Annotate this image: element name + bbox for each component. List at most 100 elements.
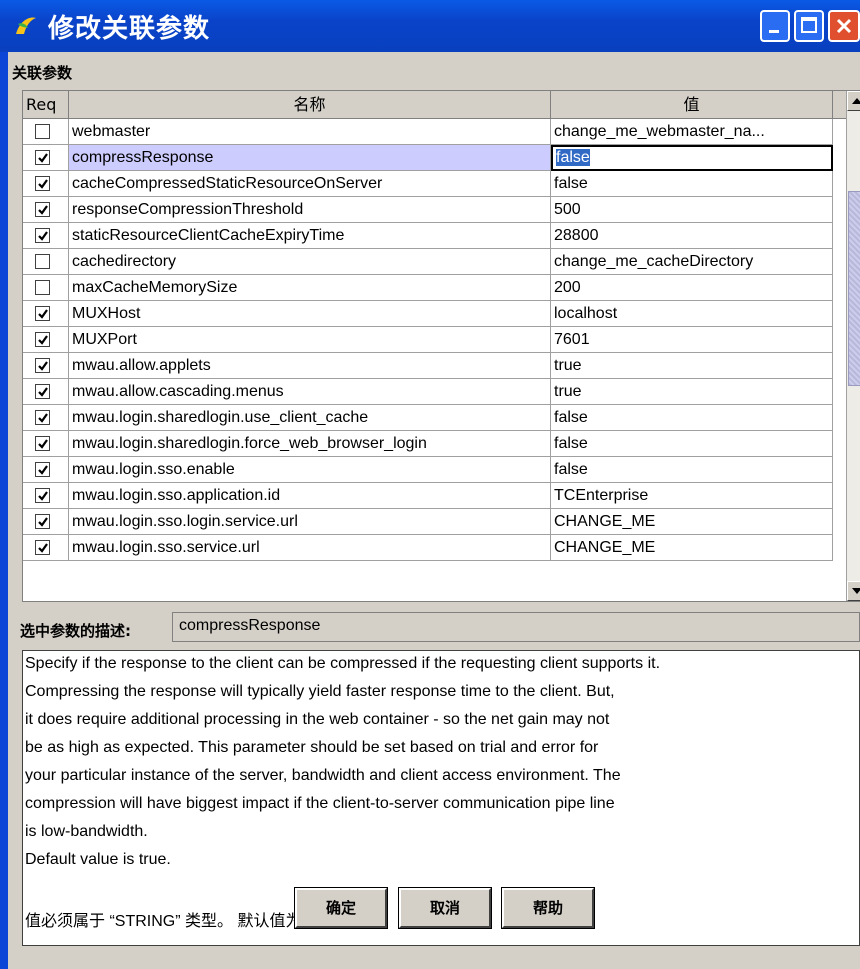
parameter-value-cell[interactable]: TCEnterprise [551,483,833,509]
table-row[interactable]: webmaster change_me_webmaster_na... [23,119,846,145]
table-row[interactable]: mwau.login.sso.login.service.url CHANGE_M… [23,509,846,535]
parameter-name-cell[interactable]: mwau.login.sso.service.url [69,535,551,561]
req-cell [23,197,69,223]
table-row[interactable]: maxCacheMemorySize 200 [23,275,846,301]
req-checkbox[interactable] [35,280,50,295]
parameter-name-cell[interactable]: maxCacheMemorySize [69,275,551,301]
parameter-value-cell[interactable]: 200 [551,275,833,301]
parameter-value-cell[interactable]: false [551,145,833,171]
req-cell [23,379,69,405]
table-row[interactable]: mwau.login.sso.service.url CHANGE_ME [23,535,846,561]
ok-button[interactable]: 确定 [294,887,388,929]
dialog-window: 修改关联参数 关联参数 Req 名称 值 webmaster change_me_… [0,0,860,969]
description-line: Compressing the response will typically … [25,683,615,700]
req-checkbox[interactable] [35,514,50,529]
table-row[interactable]: responseCompressionThreshold 500 [23,197,846,223]
parameter-name-cell[interactable]: cacheCompressedStaticResourceOnServer [69,171,551,197]
parameter-table: Req 名称 值 webmaster change_me_webmaster_na… [22,90,860,602]
table-row[interactable]: mwau.login.sharedlogin.use_client_cache f… [23,405,846,431]
minimize-icon [769,30,779,33]
parameter-name-cell[interactable]: responseCompressionThreshold [69,197,551,223]
req-checkbox[interactable] [35,436,50,451]
req-checkbox[interactable] [35,488,50,503]
table-row[interactable]: mwau.allow.cascading.menus true [23,379,846,405]
parameter-value-cell[interactable]: 7601 [551,327,833,353]
help-button[interactable]: 帮助 [501,887,595,929]
checkmark-icon [38,153,48,163]
parameter-value-cell[interactable]: CHANGE_ME [551,535,833,561]
table-scrollbar[interactable] [846,91,860,601]
parameter-name-cell[interactable]: mwau.login.sharedlogin.use_client_cache [69,405,551,431]
table-row[interactable]: mwau.login.sso.enable false [23,457,846,483]
parameter-value-cell[interactable]: false [551,431,833,457]
parameter-name-cell[interactable]: mwau.login.sso.application.id [69,483,551,509]
parameter-name-cell[interactable]: cachedirectory [69,249,551,275]
req-checkbox[interactable] [35,254,50,269]
req-checkbox[interactable] [35,202,50,217]
req-checkbox[interactable] [35,150,50,165]
req-cell [23,483,69,509]
req-checkbox[interactable] [35,384,50,399]
table-row[interactable]: mwau.login.sharedlogin.force_web_browser… [23,431,846,457]
close-button[interactable] [828,10,860,42]
window-title: 修改关联参数 [48,14,211,44]
parameter-value-cell[interactable]: change_me_cacheDirectory [551,249,833,275]
parameter-name-cell[interactable]: staticResourceClientCacheExpiryTime [69,223,551,249]
scroll-thumb[interactable] [848,191,860,386]
req-cell [23,535,69,561]
section-label: 关联参数 [12,64,73,82]
req-checkbox[interactable] [35,410,50,425]
table-row[interactable]: cacheCompressedStaticResourceOnServer fal… [23,171,846,197]
scroll-up-button[interactable] [847,91,860,111]
table-row[interactable]: staticResourceClientCacheExpiryTime 28800 [23,223,846,249]
parameter-value-cell[interactable]: 28800 [551,223,833,249]
checkmark-icon [38,387,48,397]
table-row[interactable]: MUXPort 7601 [23,327,846,353]
table-row[interactable]: compressResponse false [23,145,846,171]
req-checkbox[interactable] [35,124,50,139]
req-checkbox[interactable] [35,540,50,555]
table-row[interactable]: mwau.login.sso.application.id TCEnterpris… [23,483,846,509]
parameter-name-cell[interactable]: mwau.login.sso.enable [69,457,551,483]
parameter-name-cell[interactable]: MUXPort [69,327,551,353]
parameter-value-cell[interactable]: false [551,457,833,483]
parameter-value-text: true [554,357,582,374]
req-checkbox[interactable] [35,306,50,321]
parameter-value-cell[interactable]: CHANGE_ME [551,509,833,535]
parameter-name-cell[interactable]: MUXHost [69,301,551,327]
req-checkbox[interactable] [35,176,50,191]
parameter-name-cell[interactable]: mwau.login.sharedlogin.force_web_browser… [69,431,551,457]
parameter-value-cell[interactable]: localhost [551,301,833,327]
req-cell [23,431,69,457]
parameter-name-cell[interactable]: mwau.allow.applets [69,353,551,379]
column-header-req[interactable]: Req [23,91,69,119]
parameter-value-text: change_me_cacheDirectory [554,253,754,270]
req-checkbox[interactable] [35,358,50,373]
column-header-value[interactable]: 值 [551,91,833,119]
table-row[interactable]: cachedirectory change_me_cacheDirectory [23,249,846,275]
parameter-value-cell[interactable]: 500 [551,197,833,223]
parameter-value-cell[interactable]: true [551,379,833,405]
table-row[interactable]: MUXHost localhost [23,301,846,327]
parameter-name-cell[interactable]: mwau.login.sso.login.service.url [69,509,551,535]
maximize-button[interactable] [794,10,824,42]
parameter-name-cell[interactable]: webmaster [69,119,551,145]
parameter-name-cell[interactable]: mwau.allow.cascading.menus [69,379,551,405]
scroll-down-button[interactable] [847,581,860,601]
parameter-value-text: change_me_webmaster_na... [554,123,765,140]
title-bar[interactable]: 修改关联参数 [0,0,860,52]
column-header-name[interactable]: 名称 [69,91,551,119]
req-checkbox[interactable] [35,332,50,347]
cancel-button[interactable]: 取消 [398,887,492,929]
parameter-value-cell[interactable]: false [551,171,833,197]
parameter-value-cell[interactable]: true [551,353,833,379]
req-checkbox[interactable] [35,462,50,477]
req-checkbox[interactable] [35,228,50,243]
parameter-name-cell[interactable]: compressResponse [69,145,551,171]
minimize-button[interactable] [760,10,790,42]
description-line: your particular instance of the server, … [25,767,621,784]
parameter-value-cell[interactable]: change_me_webmaster_na... [551,119,833,145]
parameter-value-cell[interactable]: false [551,405,833,431]
table-row[interactable]: mwau.allow.applets true [23,353,846,379]
req-cell [23,353,69,379]
